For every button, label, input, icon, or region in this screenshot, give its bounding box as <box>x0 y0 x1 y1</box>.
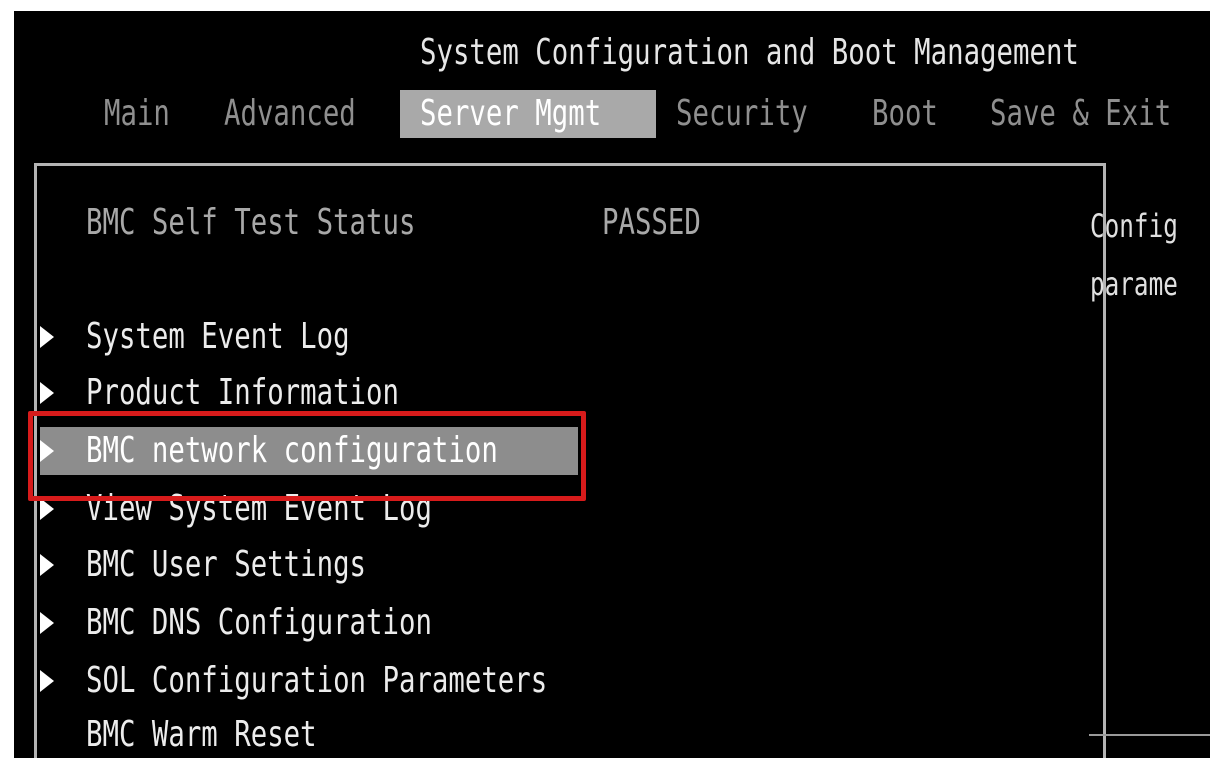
menu-item-label: BMC User Settings <box>86 544 367 585</box>
bios-setup-screen: System Configuration and Boot Management… <box>14 11 1210 758</box>
tab-main[interactable]: Main <box>104 90 191 138</box>
status-value: PASSED <box>602 202 701 243</box>
tab-save-exit[interactable]: Save & Exit <box>990 90 1210 138</box>
tab-bar: Main Advanced Server Mgmt Security Boot … <box>14 90 1210 138</box>
help-panel: Config parame <box>1085 166 1210 758</box>
status-label: BMC Self Test Status <box>86 202 416 243</box>
submenu-arrow-icon <box>40 498 54 520</box>
tab-advanced[interactable]: Advanced <box>224 90 397 138</box>
submenu-arrow-icon <box>40 554 54 576</box>
submenu-arrow-icon <box>40 612 54 634</box>
help-divider <box>1089 734 1210 736</box>
page-title: System Configuration and Boot Management <box>420 32 1079 73</box>
tab-server-mgmt[interactable]: Server Mgmt <box>400 90 656 138</box>
annotation-highlight-box <box>28 411 586 501</box>
menu-item-label: BMC Warm Reset <box>86 714 317 755</box>
submenu-arrow-icon <box>40 326 54 348</box>
submenu-arrow-icon <box>40 670 54 692</box>
menu-item-label: SOL Configuration Parameters <box>86 660 548 701</box>
tab-security[interactable]: Security <box>676 90 849 138</box>
menu-item-label: Product Information <box>86 372 399 413</box>
help-text-line-1: Config <box>1090 207 1178 245</box>
menu-item-label: BMC DNS Configuration <box>86 602 432 643</box>
menu-item-label: System Event Log <box>86 316 350 357</box>
tab-boot[interactable]: Boot <box>872 90 959 138</box>
submenu-arrow-icon <box>40 382 54 404</box>
help-text-line-2: parame <box>1090 265 1178 303</box>
